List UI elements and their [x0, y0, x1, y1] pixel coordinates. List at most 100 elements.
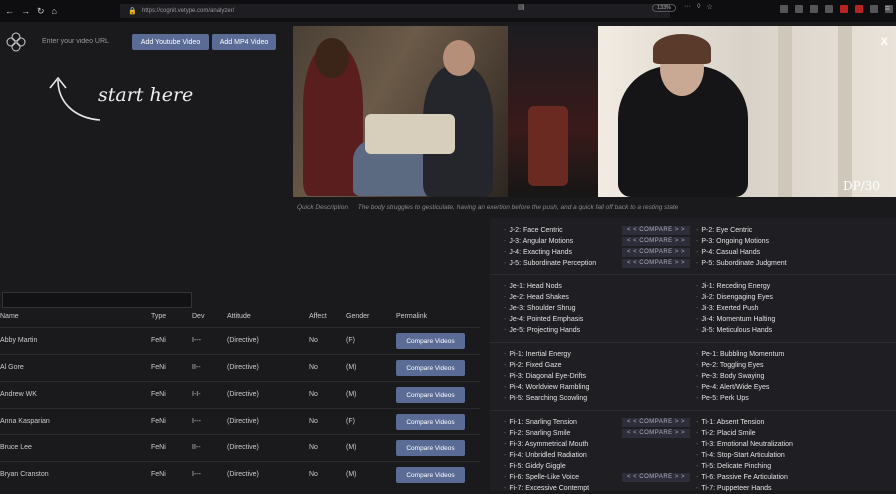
- back-icon[interactable]: ←: [5, 6, 14, 17]
- close-video-button[interactable]: X: [881, 36, 888, 48]
- compare-videos-button[interactable]: Compare Videos: [396, 333, 465, 349]
- sidebar-icon[interactable]: [810, 5, 818, 13]
- extension-red-icon[interactable]: [840, 5, 848, 13]
- function-item[interactable]: - Ti-3: Emotional Neutralization: [696, 439, 892, 450]
- function-item[interactable]: - Pe-1: Bubbling Momentum: [696, 349, 892, 360]
- function-item[interactable]: - P-4: Casual Hands: [696, 247, 892, 258]
- function-item[interactable]: - Ti-6: Passive Fe Articulation: [696, 472, 892, 483]
- header-gender[interactable]: Gender: [346, 313, 369, 320]
- table-filter-input[interactable]: [2, 292, 192, 308]
- function-item[interactable]: - Je-5: Projecting Hands: [504, 325, 694, 336]
- add-mp4-video-button[interactable]: Add MP4 Video: [212, 34, 276, 50]
- compare-videos-button[interactable]: Compare Videos: [396, 414, 465, 430]
- home-icon[interactable]: ⌂: [52, 6, 57, 17]
- function-item[interactable]: - Fi-3: Asymmetrical Mouth: [504, 439, 694, 450]
- compare-tag-button[interactable]: < < COMPARE > >: [622, 237, 690, 246]
- table-row[interactable]: Al Gore FeNi II-- (Directive) No (M) Compare V…: [0, 354, 480, 381]
- function-item[interactable]: - Ti-1: Absent Tension: [696, 417, 892, 428]
- function-item[interactable]: - Ji-4: Momentum Halting: [696, 314, 892, 325]
- function-item[interactable]: - J-4: Exacting Hands < < COMPARE > >: [504, 247, 694, 258]
- window-frame: [778, 26, 792, 197]
- function-item[interactable]: - J-5: Subordinate Perception < < COMPARE …: [504, 258, 694, 269]
- video-url-input[interactable]: [36, 33, 128, 49]
- function-item-label: Fi-4: Unbridled Radiation: [509, 452, 587, 459]
- compare-tag-button[interactable]: < < COMPARE > >: [622, 248, 690, 257]
- function-item[interactable]: - Pe-4: Alert/Wide Eyes: [696, 382, 892, 393]
- library-icon[interactable]: [795, 5, 803, 13]
- compare-tag-button[interactable]: < < COMPARE > >: [622, 418, 690, 427]
- function-item[interactable]: - J-3: Angular Motions < < COMPARE > >: [504, 236, 694, 247]
- compare-videos-button[interactable]: Compare Videos: [396, 440, 465, 456]
- function-item[interactable]: - Ti-4: Stop-Start Articulation: [696, 450, 892, 461]
- compare-tag-button[interactable]: < < COMPARE > >: [622, 429, 690, 438]
- function-item-label: Ji-1: Receding Energy: [701, 283, 771, 290]
- function-item-label: Je-1: Head Nods: [509, 283, 562, 290]
- function-item[interactable]: - Pi-1: Inertial Energy: [504, 349, 694, 360]
- function-item[interactable]: - J-2: Face Centric < < COMPARE > >: [504, 225, 694, 236]
- video-player[interactable]: X DP/30: [293, 26, 896, 197]
- function-item[interactable]: - Pi-5: Searching Scowling: [504, 393, 694, 404]
- table-row[interactable]: Abby Martin FeNi I--- (Directive) No (F) Compa…: [0, 327, 480, 354]
- hamburger-menu-icon[interactable]: ≡: [885, 3, 890, 13]
- address-bar[interactable]: 🔒 https://cognit.vetype.com/analyzer/: [120, 4, 670, 18]
- function-item[interactable]: - Pi-2: Fixed Gaze: [504, 360, 694, 371]
- function-item[interactable]: - Ti-5: Delicate Pinching: [696, 461, 892, 472]
- function-item[interactable]: - Pi-3: Diagonal Eye-Drifts: [504, 371, 694, 382]
- function-item[interactable]: - Ji-5: Meticulous Hands: [696, 325, 892, 336]
- bookmark-icon[interactable]: ☆: [706, 3, 712, 11]
- function-item[interactable]: - Fi-7: Excessive Contempt: [504, 483, 694, 494]
- more-icon[interactable]: ···: [684, 3, 691, 11]
- function-item[interactable]: - Fi-2: Snarling Smile < < COMPARE > >: [504, 428, 694, 439]
- function-item[interactable]: - Fi-4: Unbridled Radiation: [504, 450, 694, 461]
- pocket-icon[interactable]: ◊: [697, 3, 700, 11]
- reader-view-icon[interactable]: ▤: [518, 3, 525, 11]
- header-type[interactable]: Type: [151, 313, 166, 320]
- add-youtube-video-button[interactable]: Add Youtube Video: [132, 34, 209, 50]
- table-row[interactable]: Andrew WK FeNi I-I- (Directive) No (M) Compare…: [0, 381, 480, 408]
- function-item[interactable]: - Ti-7: Puppeteer Hands: [696, 483, 892, 494]
- function-item[interactable]: - Fi-5: Giddy Giggle: [504, 461, 694, 472]
- function-item[interactable]: - Je-3: Shoulder Shrug: [504, 303, 694, 314]
- function-item[interactable]: - Je-2: Head Shakes: [504, 292, 694, 303]
- extension-badge-icon[interactable]: [855, 5, 863, 13]
- function-item[interactable]: - Pi-4: Worldview Rambling: [504, 382, 694, 393]
- function-item[interactable]: - P-3: Ongoing Motions: [696, 236, 892, 247]
- download-icon[interactable]: [780, 5, 788, 13]
- function-item-label: Fi-6: Spelle-Like Voice: [509, 474, 579, 481]
- function-item[interactable]: - Pe-3: Body Swaying: [696, 371, 892, 382]
- table-row[interactable]: Anna Kasparian FeNi I--- (Directive) No (F) Co…: [0, 408, 480, 435]
- compare-tag-button[interactable]: < < COMPARE > >: [622, 226, 690, 235]
- function-item[interactable]: - P-5: Subordinate Judgment: [696, 258, 892, 269]
- function-item[interactable]: - Pe-5: Perk Ups: [696, 393, 892, 404]
- extension-icon[interactable]: [825, 5, 833, 13]
- header-affect[interactable]: Affect: [309, 313, 327, 320]
- extension-icon-2[interactable]: [870, 5, 878, 13]
- compare-videos-button[interactable]: Compare Videos: [396, 360, 465, 376]
- table-row[interactable]: Bruce Lee FeNi II-- (Directive) No (M) Compare…: [0, 434, 480, 461]
- cell-gender: (F): [346, 418, 355, 425]
- compare-videos-button[interactable]: Compare Videos: [396, 467, 465, 483]
- function-item[interactable]: - P-2: Eye Centric: [696, 225, 892, 236]
- reload-icon[interactable]: ↻: [37, 6, 45, 17]
- forward-icon[interactable]: →: [21, 6, 30, 17]
- function-item-label: Pe-4: Alert/Wide Eyes: [701, 384, 770, 391]
- compare-videos-button[interactable]: Compare Videos: [396, 387, 465, 403]
- zoom-level[interactable]: 133%: [652, 4, 677, 12]
- function-item[interactable]: - Ji-3: Exerted Push: [696, 303, 892, 314]
- function-column-right: - Pe-1: Bubbling Momentum - Pe-2: Toggling …: [696, 349, 892, 404]
- function-item[interactable]: - Pe-2: Toggling Eyes: [696, 360, 892, 371]
- compare-tag-button[interactable]: < < COMPARE > >: [622, 473, 690, 482]
- function-item[interactable]: - Fi-1: Snarling Tension < < COMPARE > >: [504, 417, 694, 428]
- function-item[interactable]: - Je-1: Head Nods: [504, 281, 694, 292]
- compare-tag-button[interactable]: < < COMPARE > >: [622, 259, 690, 268]
- logo-icon[interactable]: [4, 30, 28, 54]
- header-name[interactable]: Name: [0, 313, 19, 320]
- header-attitude[interactable]: Attitude: [227, 313, 251, 320]
- function-item[interactable]: - Ji-1: Receding Energy: [696, 281, 892, 292]
- function-item[interactable]: - Ti-2: Placid Smile: [696, 428, 892, 439]
- header-dev[interactable]: Dev: [192, 313, 204, 320]
- table-row[interactable]: Bryan Cranston FeNi I--- (Directive) No (M) Co…: [0, 461, 480, 488]
- function-item[interactable]: - Je-4: Pointed Emphasis: [504, 314, 694, 325]
- function-item[interactable]: - Fi-6: Spelle-Like Voice < < COMPARE > >: [504, 472, 694, 483]
- function-item[interactable]: - Ji-2: Disengaging Eyes: [696, 292, 892, 303]
